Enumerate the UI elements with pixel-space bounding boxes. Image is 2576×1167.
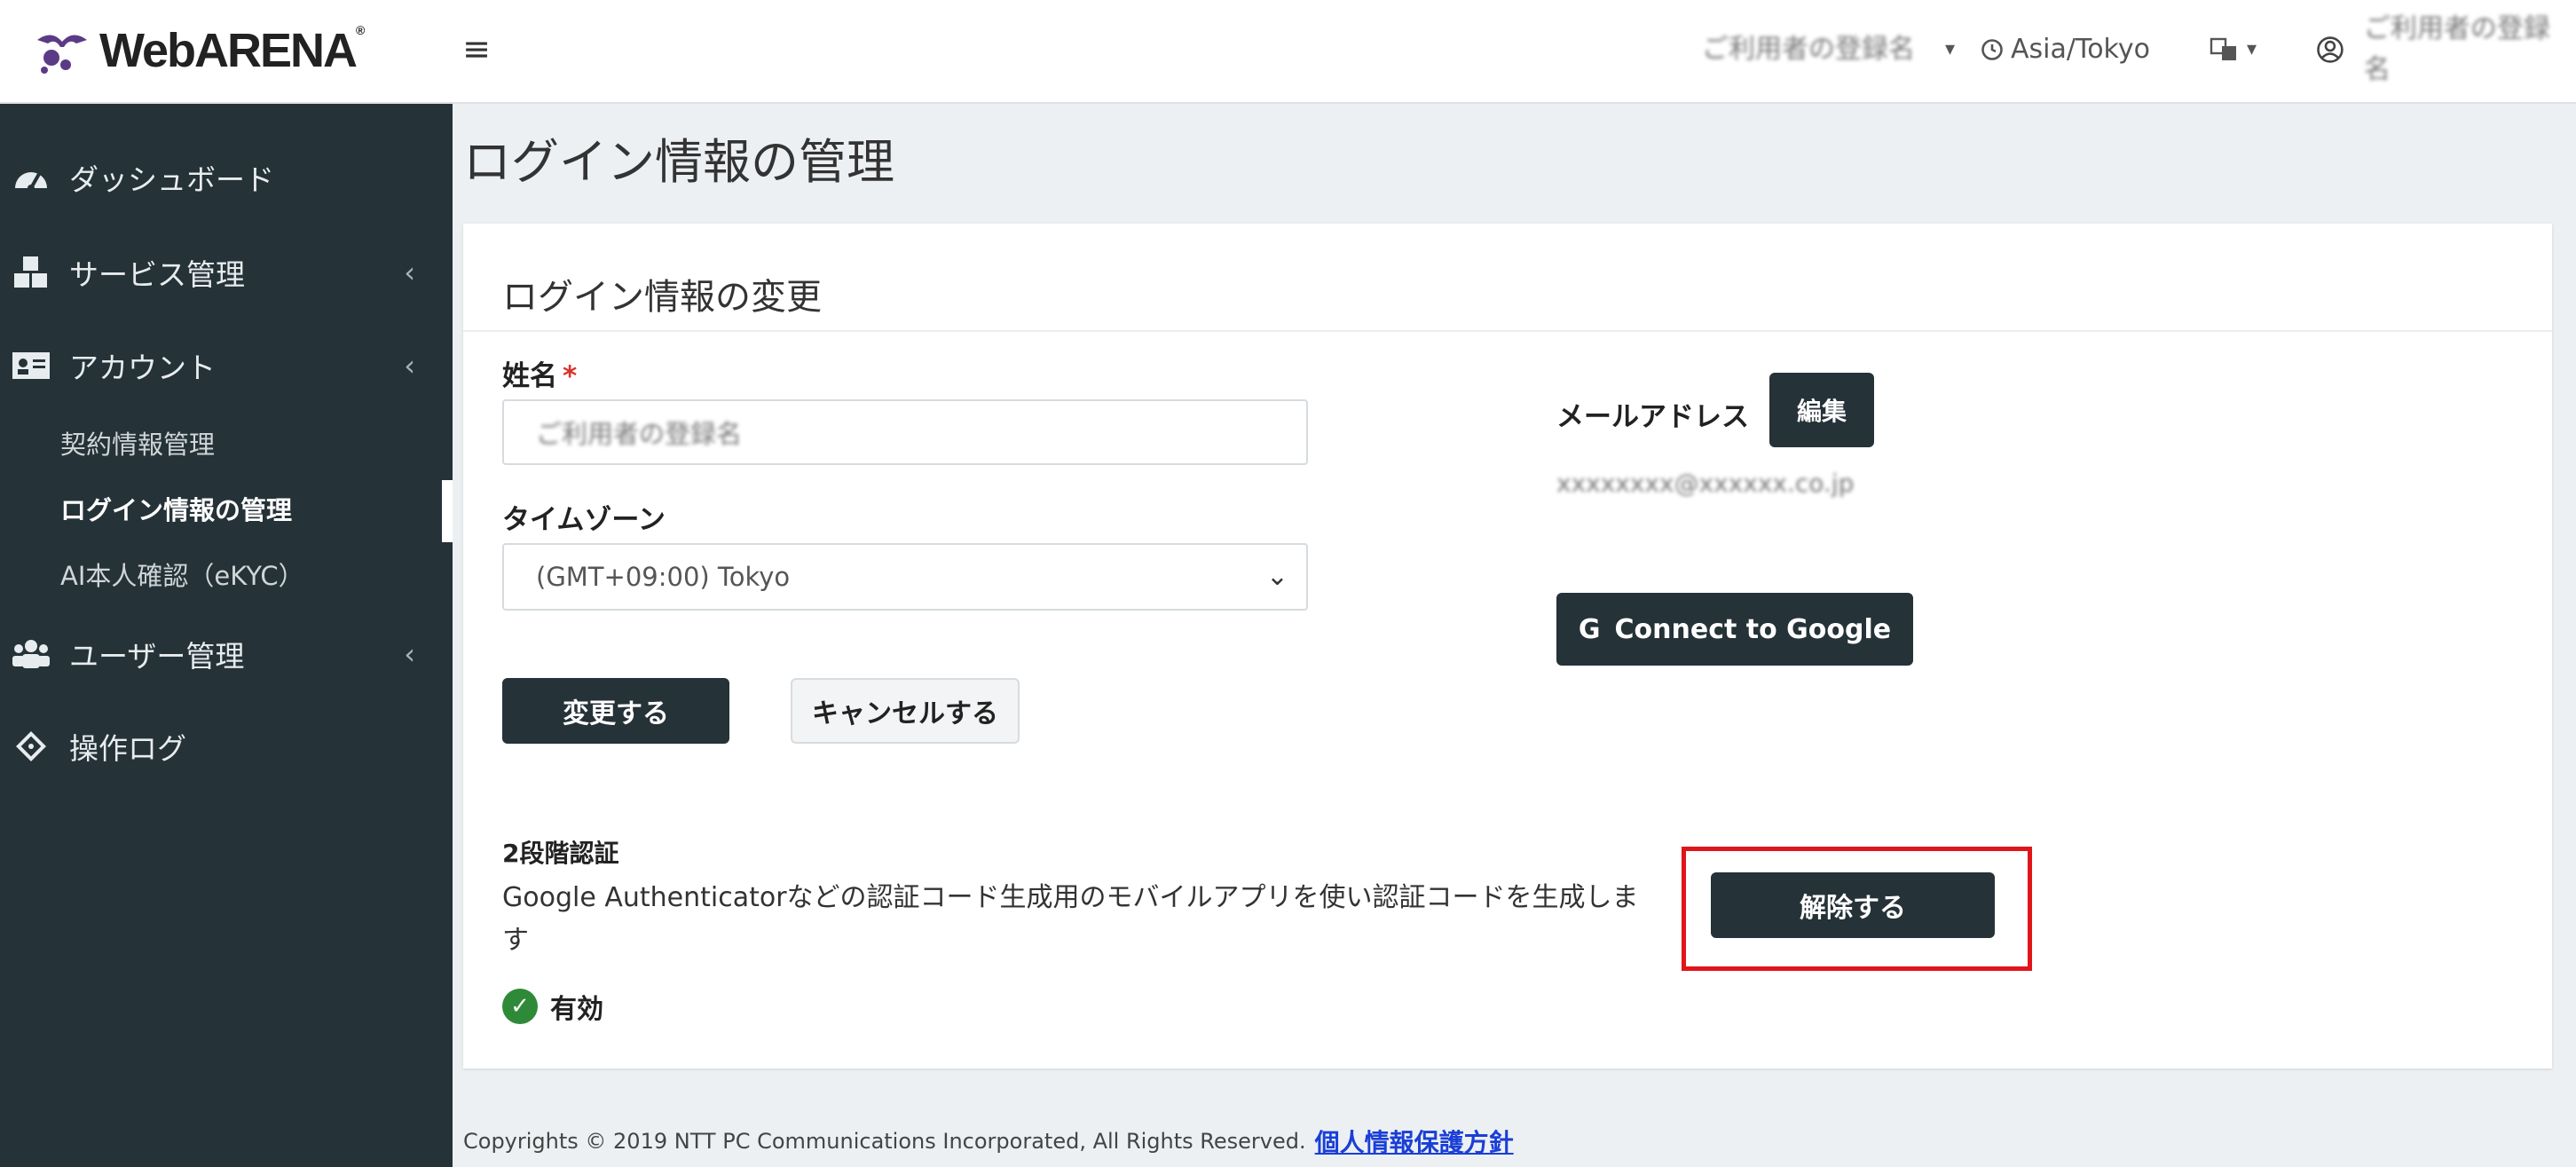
- submit-change-button[interactable]: 変更する: [502, 678, 729, 744]
- top-bar: WebARENA® ≡ ご利用者の登録名 ▾ Asia/Tokyo ▾ ご利用者…: [0, 0, 2576, 104]
- logo-text: WebARENA®: [99, 22, 365, 77]
- chevron-down-icon: ⌄: [1265, 561, 1288, 592]
- email-label: メールアドレス: [1556, 401, 1749, 433]
- id-card-icon: [11, 345, 51, 386]
- user-name: ご利用者の登録名: [2363, 13, 2550, 85]
- email-value: xxxxxxxx@xxxxxx.co.jp: [1556, 469, 1855, 498]
- sidebar-subitem-contract-info[interactable]: 契約情報管理: [60, 418, 215, 471]
- caret-down-icon: ▾: [2247, 38, 2257, 60]
- crosshair-icon: [11, 726, 51, 767]
- logo-icon: [37, 34, 87, 74]
- email-edit-button[interactable]: 編集: [1769, 373, 1874, 447]
- dashboard-icon: [11, 157, 51, 198]
- name-input-value: ご利用者の登録名: [536, 419, 743, 449]
- chevron-left-icon: ‹: [404, 349, 415, 382]
- sidebar-item-label: サービス管理: [69, 257, 245, 292]
- highlight-box: [1682, 847, 2032, 971]
- two-factor-description: Google Authenticatorなどの認証コード生成用のモバイルアプリを…: [502, 882, 1639, 956]
- timezone-label: タイムゾーン: [502, 504, 666, 536]
- page-title: ログイン情報の管理: [463, 134, 894, 190]
- timezone-indicator[interactable]: Asia/Tokyo: [1981, 29, 2150, 70]
- connect-to-google-label: Connect to Google: [1614, 613, 1892, 645]
- privacy-policy-link[interactable]: 個人情報保護方針: [1315, 1124, 1514, 1159]
- check-circle-icon: ✓: [502, 989, 538, 1024]
- login-info-card: ログイン情報の変更 姓名 * ご利用者の登録名 タイムゾーン (GMT+09:00…: [463, 224, 2552, 1068]
- sidebar-item-account[interactable]: アカウント ‹: [0, 330, 453, 401]
- sidebar-subitem-login-info[interactable]: ログイン情報の管理: [60, 484, 292, 537]
- sidebar-item-label: アカウント: [69, 351, 216, 385]
- active-indicator: [442, 480, 453, 542]
- hamburger-menu-button[interactable]: ≡: [454, 27, 499, 71]
- name-input[interactable]: ご利用者の登録名: [502, 399, 1308, 465]
- chevron-left-icon: ‹: [404, 256, 415, 289]
- copyright-text: Copyrights © 2019 NTT PC Communications …: [463, 1129, 1306, 1154]
- account-name: ご利用者の登録名: [1702, 34, 1915, 65]
- sidebar-item-user-management[interactable]: ユーザー管理 ‹: [0, 619, 453, 690]
- google-icon: G: [1578, 613, 1601, 645]
- sidebar-item-label: ユーザー管理: [69, 639, 245, 674]
- chevron-left-icon: ‹: [404, 637, 415, 671]
- cubes-icon: [11, 252, 51, 293]
- sidebar-item-operation-log[interactable]: 操作ログ: [0, 711, 453, 782]
- card-header: ログイン情報の変更: [463, 224, 2552, 332]
- webarena-logo[interactable]: WebARENA®: [0, 0, 438, 100]
- status-text: 有効: [550, 994, 603, 1025]
- language-selector[interactable]: ▾: [2210, 29, 2257, 70]
- users-icon: [11, 634, 51, 674]
- timezone-select-value: (GMT+09:00) Tokyo: [536, 562, 791, 592]
- required-mark: *: [563, 360, 578, 392]
- user-circle-icon: [2317, 36, 2344, 63]
- caret-down-icon: ▾: [1945, 38, 1956, 60]
- user-menu[interactable]: ご利用者の登録名: [2316, 13, 2576, 85]
- account-selector[interactable]: ご利用者の登録名 ▾: [1702, 29, 1955, 70]
- language-icon: [2210, 37, 2236, 60]
- connect-to-google-button[interactable]: G Connect to Google: [1556, 593, 1913, 666]
- name-label: 姓名 *: [502, 360, 578, 392]
- sidebar-item-label: ダッシュボード: [69, 162, 274, 197]
- sidebar-item-dashboard[interactable]: ダッシュボード: [0, 142, 453, 213]
- sidebar-item-service-management[interactable]: サービス管理 ‹: [0, 237, 453, 308]
- two-factor-title: 2段階認証: [502, 839, 619, 868]
- cancel-button[interactable]: キャンセルする: [791, 678, 1020, 744]
- footer: Copyrights © 2019 NTT PC Communications …: [463, 1124, 1514, 1159]
- sidebar: ダッシュボード サービス管理 ‹ アカウント ‹ 契約情報管理 ログイン情報の管…: [0, 104, 453, 1167]
- card-title: ログイン情報の変更: [502, 277, 822, 318]
- sidebar-item-label: 操作ログ: [69, 731, 186, 766]
- timezone-select[interactable]: (GMT+09:00) Tokyo ⌄: [502, 543, 1308, 611]
- timezone-text: Asia/Tokyo: [2011, 34, 2150, 65]
- two-factor-status: ✓ 有効: [502, 987, 603, 1026]
- clock-icon: [1981, 39, 2003, 60]
- sidebar-subitem-ekyc[interactable]: AI本人確認（eKYC）: [60, 549, 304, 603]
